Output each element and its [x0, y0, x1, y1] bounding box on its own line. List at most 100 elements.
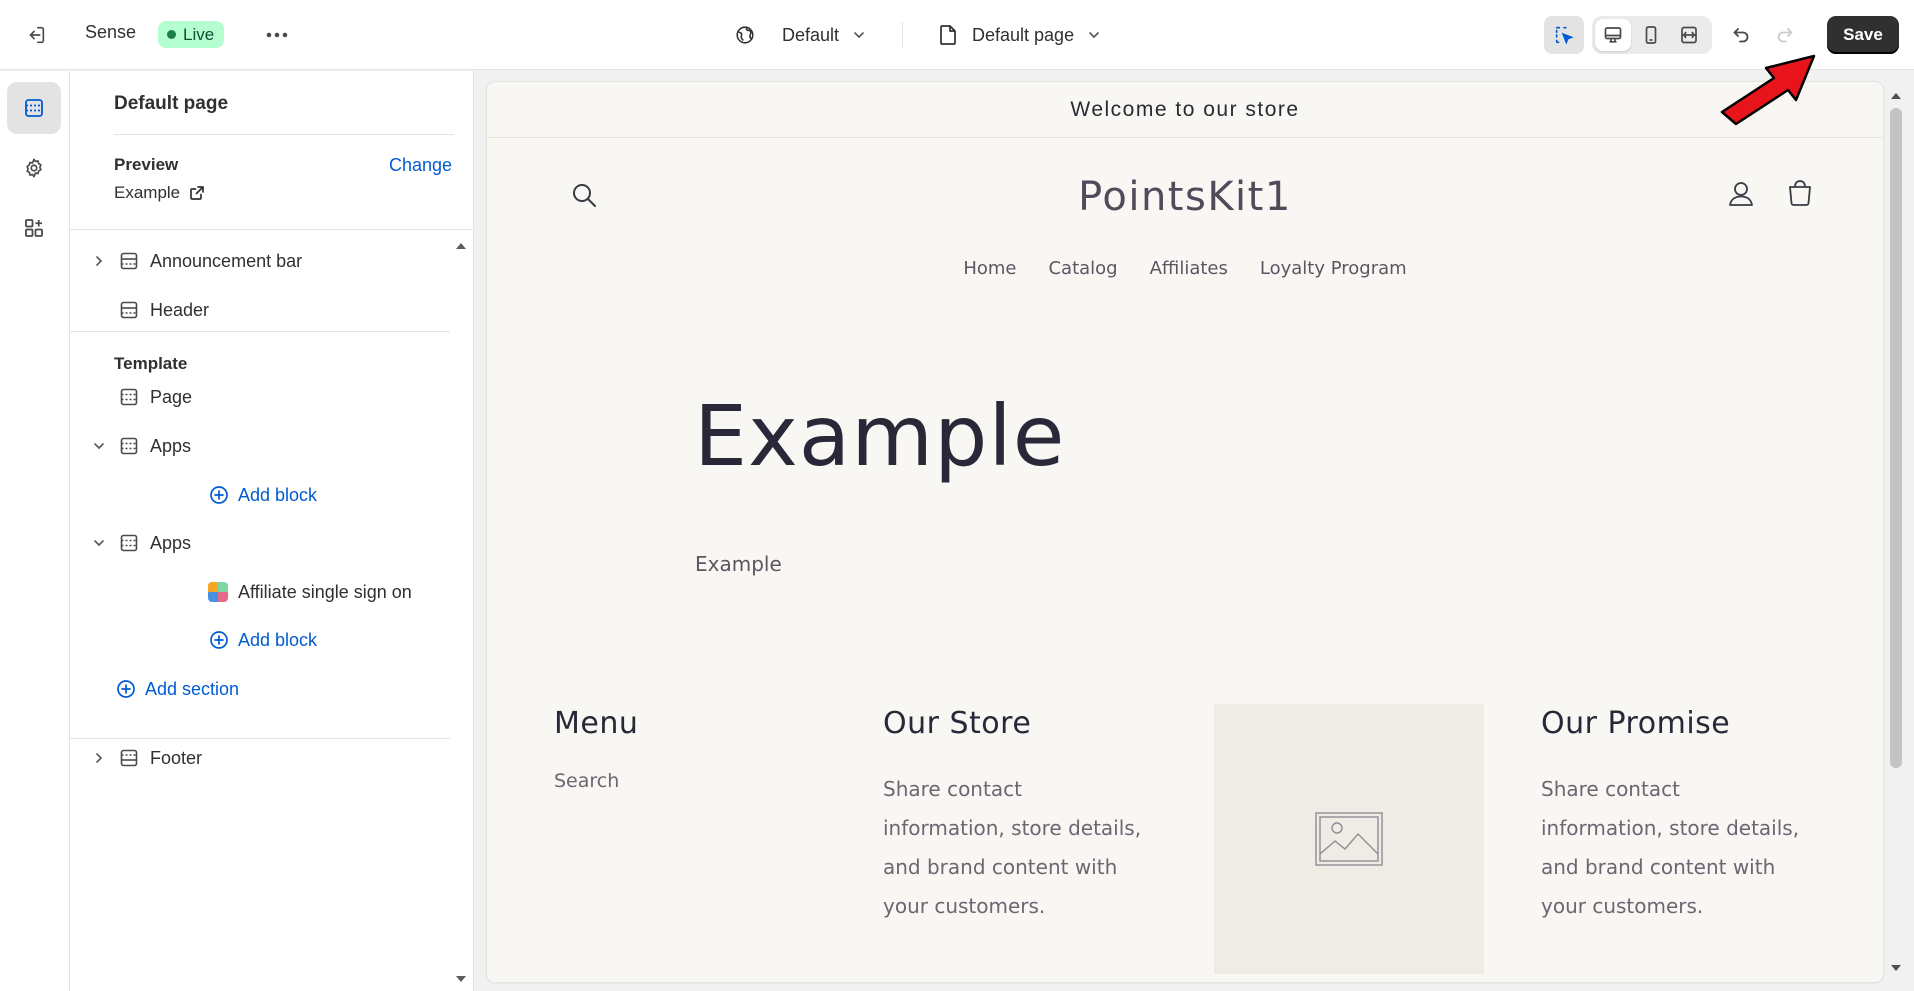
text-line: and brand content with [1541, 855, 1776, 879]
text-line: Share contact [1541, 777, 1680, 801]
scroll-down-icon[interactable] [1890, 962, 1902, 974]
preview-label: Preview [114, 155, 179, 174]
theme-name: Sense [85, 22, 137, 42]
text-line: and brand content with [883, 855, 1118, 879]
store-preview: Welcome to our store PointsKit1 Home Cat… [487, 82, 1883, 982]
app-logo-icon [208, 582, 228, 602]
text-line: information, store details, [883, 816, 1142, 840]
announcement-bar[interactable]: Welcome to our store [487, 82, 1883, 138]
section-footer[interactable]: Footer [90, 743, 202, 773]
section-icon [118, 386, 140, 408]
country-selector[interactable]: Default [734, 18, 867, 52]
country-selector-label: Default [782, 24, 840, 45]
desktop-view-icon[interactable] [1595, 19, 1631, 51]
nav-link-affiliates[interactable]: Affiliates [1150, 258, 1228, 279]
section-label: Page [150, 386, 193, 407]
preview-value: Example [114, 183, 181, 202]
footer-section-icon [118, 747, 140, 769]
footer-promise-text: Share contact information, store details… [1541, 770, 1799, 926]
section-header[interactable]: Header [118, 295, 209, 325]
app-blocks-icon[interactable] [7, 202, 61, 254]
chevron-right-icon[interactable] [90, 252, 108, 270]
footer-store-text: Share contact information, store details… [883, 770, 1141, 926]
preview-scrollbar[interactable] [1885, 82, 1907, 982]
exit-icon[interactable] [20, 20, 52, 50]
header-section-icon [118, 299, 140, 321]
section-label: Announcement bar [150, 250, 303, 271]
section-label: Apps [150, 532, 192, 553]
footer-link-search[interactable]: Search [554, 762, 619, 801]
nav-link-loyalty-program[interactable]: Loyalty Program [1260, 258, 1407, 279]
text-line: your customers. [883, 894, 1046, 918]
chevron-down-icon [851, 27, 867, 43]
footer-promise-title: Our Promise [1541, 706, 1731, 741]
text-line: your customers. [1541, 894, 1704, 918]
chevron-right-icon[interactable] [90, 749, 108, 767]
account-icon[interactable] [1725, 178, 1757, 210]
more-actions-icon[interactable] [262, 20, 292, 50]
fullscreen-view-icon[interactable] [1671, 19, 1707, 51]
footer-menu-title: Menu [554, 706, 639, 741]
section-page[interactable]: Page [118, 382, 192, 412]
live-badge-label: Live [183, 24, 215, 44]
chevron-down-icon[interactable] [90, 534, 108, 552]
image-placeholder [1214, 704, 1484, 974]
store-logo[interactable]: PointsKit1 [487, 174, 1883, 220]
section-apps-2[interactable]: Apps [90, 528, 191, 558]
left-rail [0, 71, 70, 991]
chevron-down-icon[interactable] [90, 437, 108, 455]
toolbar-divider [902, 22, 903, 48]
plus-circle-icon [208, 484, 230, 506]
main-navigation: Home Catalog Affiliates Loyalty Program [487, 258, 1883, 279]
scroll-up-icon[interactable] [1890, 90, 1902, 102]
globe-icon [734, 24, 756, 46]
add-block-label: Add block [238, 629, 318, 650]
text-line: Share contact [883, 777, 1022, 801]
live-badge: Live [158, 21, 225, 48]
add-block-button[interactable]: Add block [208, 480, 317, 510]
gear-icon[interactable] [7, 142, 61, 194]
add-block-button[interactable]: Add block [208, 625, 317, 655]
save-button[interactable]: Save [1827, 16, 1899, 54]
undo-icon[interactable] [1726, 20, 1756, 50]
page-selector[interactable]: Default page [938, 18, 1102, 52]
nav-link-catalog[interactable]: Catalog [1048, 258, 1117, 279]
section-icon [118, 435, 140, 457]
image-icon [1315, 812, 1383, 866]
page-icon [938, 24, 958, 46]
cart-icon[interactable] [1784, 178, 1816, 210]
plus-circle-icon [208, 629, 230, 651]
change-preview-link[interactable]: Change [389, 155, 452, 176]
add-section-button[interactable]: Add section [115, 674, 239, 704]
preview-value-link[interactable]: Example [114, 183, 205, 203]
section-icon [118, 532, 140, 554]
template-group-label: Template [114, 354, 188, 373]
block-affiliate-sso[interactable]: Affiliate single sign on [208, 577, 412, 607]
sections-icon[interactable] [7, 82, 61, 134]
section-label: Apps [150, 435, 192, 456]
inspector-toggle-icon[interactable] [1544, 16, 1584, 54]
section-apps-1[interactable]: Apps [90, 431, 191, 461]
block-label: Affiliate single sign on [238, 581, 412, 602]
section-announcement-bar[interactable]: Announcement bar [90, 246, 302, 276]
viewport-switcher [1592, 16, 1712, 54]
annotation-arrow-icon [1716, 48, 1826, 128]
nav-link-home[interactable]: Home [963, 258, 1016, 279]
page-body: Example [695, 552, 782, 576]
top-bar: Sense Live Default Default page Save [0, 0, 1914, 70]
sections-sidebar: Default page Preview Change Example Anno… [70, 71, 474, 991]
external-link-icon [189, 185, 205, 201]
page-selector-label: Default page [972, 24, 1075, 45]
header-section-icon [118, 250, 140, 272]
plus-circle-icon [115, 678, 137, 700]
sidebar-title: Default page [114, 93, 229, 114]
section-label: Footer [150, 747, 203, 768]
scroll-up-icon[interactable] [454, 239, 468, 253]
scroll-down-icon[interactable] [454, 972, 468, 986]
redo-icon[interactable] [1770, 20, 1800, 50]
mobile-view-icon[interactable] [1633, 19, 1669, 51]
divider [70, 738, 450, 739]
section-label: Header [150, 299, 210, 320]
scroll-thumb[interactable] [1890, 108, 1902, 768]
footer-store-title: Our Store [883, 706, 1032, 741]
